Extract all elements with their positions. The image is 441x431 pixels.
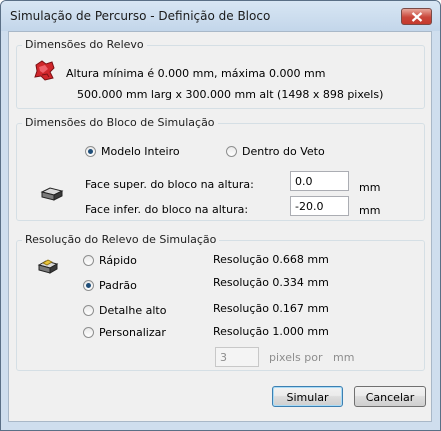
dialog-body: Dimensões do Relevo Altura mínima é 0.00… [8,31,432,422]
resolucao-group: Resolução do Relevo de Simulação Rápido … [16,233,425,371]
bloco-group: Dimensões do Bloco de Simulação Modelo I… [16,116,425,221]
altura-text: Altura mínima é 0.000 mm, máxima 0.000 m… [66,67,326,80]
simular-button[interactable]: Simular [272,386,343,407]
dialog-window: Simulação de Percurso - Definição de Blo… [0,0,441,431]
bloco-group-title: Dimensões do Bloco de Simulação [22,116,218,129]
face-super-label: Face super. do bloco na altura: [85,178,254,191]
face-infer-input[interactable] [290,196,349,216]
face-infer-label: Face infer. do bloco na altura: [85,203,249,216]
face-super-input[interactable] [290,171,349,191]
padrao-label[interactable]: Padrão [99,279,137,292]
dentro-do-veto-radio[interactable] [226,146,237,157]
detalhe-alto-radio[interactable] [83,305,94,316]
relevo-group: Dimensões do Relevo Altura mínima é 0.00… [16,38,425,109]
pixels-por-label: pixels por [269,351,323,364]
padrao-resolution: Resolução 0.334 mm [213,276,329,289]
modelo-inteiro-radio[interactable] [85,146,96,157]
rapido-radio[interactable] [83,255,94,266]
padrao-radio[interactable] [83,280,94,291]
face-super-unit: mm [359,181,381,194]
dentro-do-veto-label[interactable]: Dentro do Veto [242,145,325,158]
modelo-inteiro-label[interactable]: Modelo Inteiro [101,145,180,158]
block-icon [40,187,64,201]
resolution-block-icon [37,259,59,274]
relevo-group-title: Dimensões do Relevo [22,38,147,51]
personalizar-radio[interactable] [83,327,94,338]
close-icon [411,12,423,22]
red-relief-icon [34,60,55,81]
personalizar-label[interactable]: Personalizar [99,326,166,339]
close-button[interactable] [401,8,432,25]
window-title: Simulação de Percurso - Definição de Blo… [10,9,271,23]
detalhe-alto-label[interactable]: Detalhe alto [99,304,166,317]
resolucao-group-title: Resolução do Relevo de Simulação [22,233,220,246]
personalizar-resolution: Resolução 1.000 mm [213,325,329,338]
cancelar-button[interactable]: Cancelar [354,386,426,407]
detalhe-alto-resolution: Resolução 0.167 mm [213,302,329,315]
rapido-label[interactable]: Rápido [99,254,137,267]
face-infer-unit: mm [359,204,381,217]
title-bar[interactable]: Simulação de Percurso - Definição de Blo… [1,1,440,31]
rapido-resolution: Resolução 0.668 mm [213,253,329,266]
custom-pixels-input[interactable] [215,347,259,367]
custom-mm-label: mm [333,351,355,364]
dimensoes-text: 500.000 mm larg x 300.000 mm alt (1498 x… [77,88,384,101]
